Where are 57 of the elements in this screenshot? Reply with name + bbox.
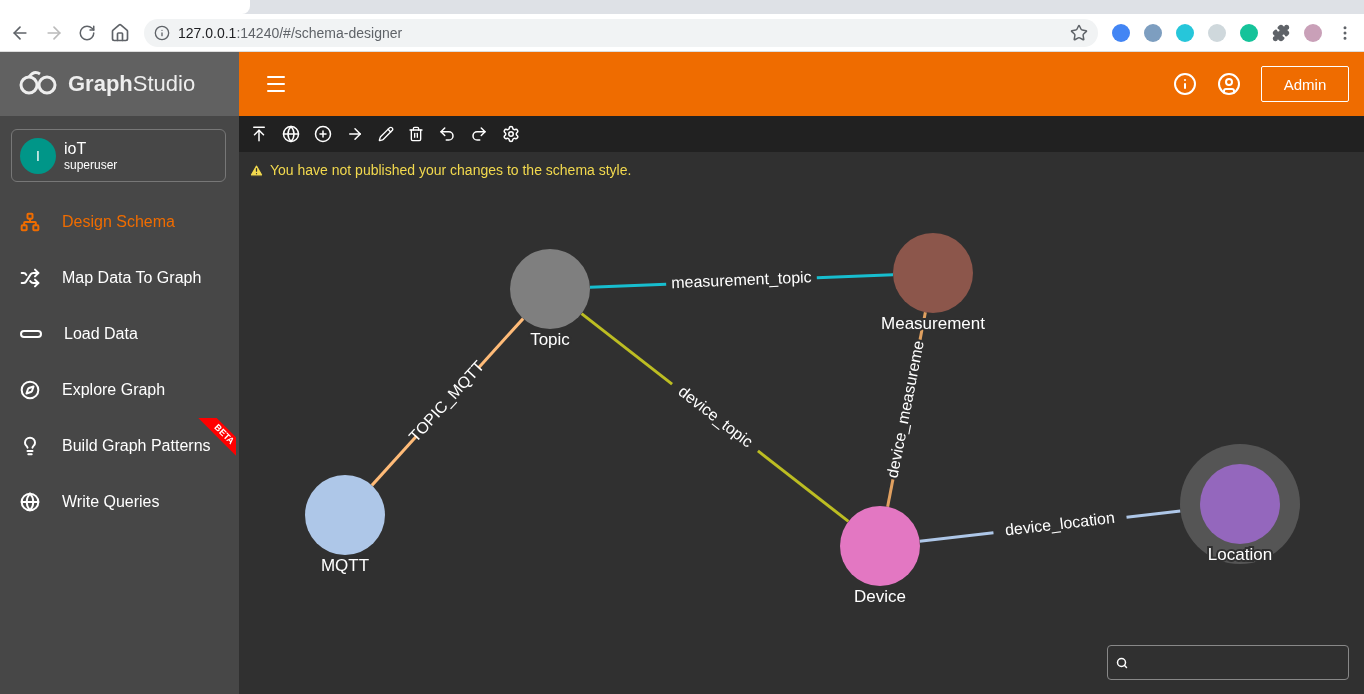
schema-icon	[20, 212, 40, 232]
pencil-icon[interactable]	[378, 126, 394, 142]
nav-item[interactable]: Explore Graph	[0, 362, 239, 418]
user-role: superuser	[64, 157, 118, 172]
user-avatar: I	[20, 137, 56, 174]
logo-text: GraphStudio	[68, 71, 196, 97]
edge-label[interactable]: measurement_topic	[670, 268, 812, 292]
user-card[interactable]: I ioT superuser	[11, 129, 226, 182]
extension-icon[interactable]	[1112, 23, 1130, 42]
globe-icon	[20, 492, 40, 512]
warning-icon	[249, 162, 264, 178]
edge-line[interactable]	[757, 449, 850, 523]
upload-icon[interactable]	[250, 125, 268, 143]
address-bar[interactable]: 127.0.0.1:14240/#/schema-designer	[144, 18, 1098, 47]
undo-icon[interactable]	[438, 125, 456, 143]
info-icon[interactable]	[1173, 72, 1197, 96]
trash-icon[interactable]	[408, 126, 424, 142]
edge-label[interactable]: device_location	[1004, 508, 1116, 539]
user-name: ioT	[64, 139, 88, 158]
shuffle-icon	[20, 268, 40, 288]
add-icon[interactable]	[314, 125, 332, 143]
graph-node[interactable]	[893, 233, 973, 313]
node-label[interactable]: Topic	[530, 330, 570, 349]
node-label[interactable]: Location	[1207, 545, 1273, 564]
arrow-right-icon[interactable]	[346, 125, 364, 143]
star-icon[interactable]	[1070, 23, 1088, 42]
nav-item[interactable]: Map Data To Graph	[0, 250, 239, 306]
edge-line[interactable]	[1126, 509, 1181, 519]
bar-icon	[20, 330, 42, 338]
account-icon[interactable]	[1217, 72, 1241, 96]
home-icon[interactable]	[110, 22, 130, 43]
graph-node[interactable]	[1200, 464, 1280, 544]
graph-node[interactable]	[510, 249, 590, 329]
url-host: 127.0.0.1	[178, 24, 237, 41]
search-field[interactable]	[1107, 645, 1349, 680]
edge-line[interactable]	[580, 312, 673, 386]
puzzle-icon[interactable]	[1272, 23, 1290, 42]
edge-line[interactable]	[816, 273, 894, 280]
info-icon	[154, 24, 170, 41]
graph-node[interactable]	[305, 475, 385, 555]
edge-line[interactable]	[886, 479, 895, 507]
compass-icon	[20, 380, 40, 400]
node-label[interactable]: MQTT	[320, 556, 370, 575]
graph-node[interactable]	[840, 506, 920, 586]
edge-line[interactable]	[589, 282, 667, 289]
settings-icon[interactable]	[502, 125, 520, 143]
search-icon	[1116, 656, 1128, 669]
warning-message: You have not published your changes to the schema style.	[270, 162, 632, 178]
nav-item[interactable]: Write Queries	[0, 474, 239, 530]
node-label[interactable]: Device	[854, 587, 906, 606]
url-path: :14240/#/schema-designer	[236, 24, 403, 41]
edge-line[interactable]	[919, 531, 994, 543]
redo-icon[interactable]	[470, 125, 488, 143]
globe-icon[interactable]	[282, 125, 300, 143]
nav-item[interactable]: Load Data	[0, 306, 239, 362]
reload-icon[interactable]	[78, 23, 96, 42]
extension-icon[interactable]	[1144, 23, 1162, 42]
